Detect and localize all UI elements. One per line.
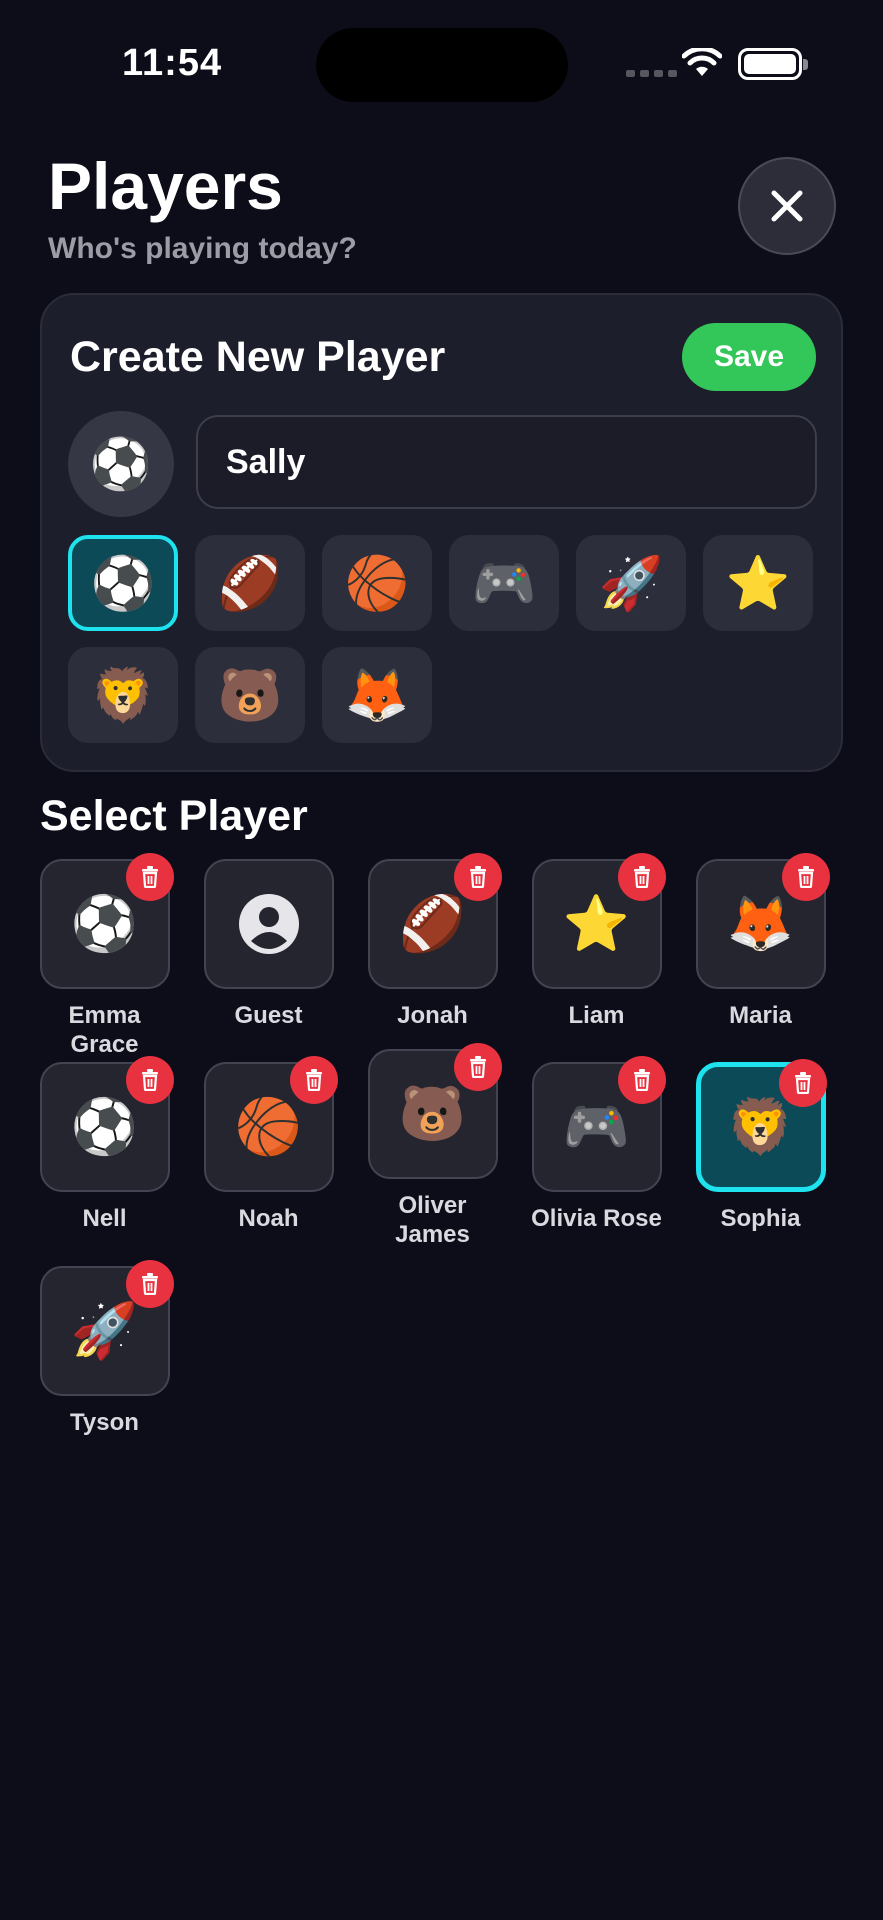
player-name-input[interactable] [196, 415, 817, 509]
emoji-option[interactable]: 🏀 [322, 535, 432, 631]
player-tile[interactable]: ⭐ Liam [524, 853, 669, 1030]
emoji-option[interactable]: ⚽ [68, 535, 178, 631]
trash-icon [797, 866, 814, 888]
trash-icon [794, 1072, 811, 1094]
player-name: Oliver James [395, 1192, 470, 1248]
status-time: 11:54 [122, 42, 223, 84]
trash-icon [141, 1273, 158, 1295]
emoji-option[interactable]: ⭐ [703, 535, 813, 631]
trash-icon [141, 866, 158, 888]
player-tile[interactable]: 🎮 Olivia Rose [524, 1056, 669, 1233]
player-name: Emma Grace [68, 1002, 141, 1058]
emoji-option[interactable]: 🦊 [322, 647, 432, 743]
player-name: Sophia [720, 1205, 801, 1232]
new-player-avatar-preview: ⚽ [68, 411, 174, 517]
save-button[interactable]: Save [682, 323, 816, 391]
player-tile[interactable]: 🚀 Tyson [32, 1260, 177, 1437]
player-avatar[interactable]: ⚽ [39, 1056, 174, 1192]
delete-player-button[interactable] [453, 853, 502, 901]
player-name: Olivia Rose [531, 1205, 662, 1232]
trash-icon [469, 1056, 486, 1078]
player-avatar[interactable]: 🏀 [203, 1056, 338, 1192]
close-icon [771, 190, 803, 222]
trash-icon [633, 866, 650, 888]
player-name: Jonah [397, 1002, 468, 1029]
status-bar: 11:54 [0, 0, 883, 110]
player-name: Guest [234, 1002, 303, 1029]
trash-icon [305, 1069, 322, 1091]
player-name: Nell [82, 1205, 127, 1232]
emoji-option[interactable]: 🏈 [195, 535, 305, 631]
delete-player-button[interactable] [617, 1056, 666, 1104]
player-name: Liam [568, 1002, 625, 1029]
create-player-title: Create New Player [70, 333, 446, 381]
delete-player-button[interactable] [125, 1260, 174, 1308]
battery-icon [738, 48, 808, 80]
page-subtitle: Who's playing today? [48, 232, 357, 265]
dynamic-island [316, 28, 568, 102]
player-tile[interactable]: ⚽ Emma Grace [32, 853, 177, 1059]
player-avatar[interactable]: 🐻 [367, 1043, 502, 1179]
delete-player-button[interactable] [289, 1056, 338, 1104]
delete-player-button[interactable] [778, 1059, 827, 1107]
delete-player-button[interactable] [781, 853, 830, 901]
player-avatar[interactable]: ⚽ [39, 853, 174, 989]
player-name: Maria [729, 1002, 792, 1029]
player-avatar[interactable]: 🦊 [695, 853, 830, 989]
delete-player-button[interactable] [125, 853, 174, 901]
player-avatar[interactable]: 🚀 [39, 1260, 174, 1396]
cellular-signal-icon [626, 70, 677, 77]
delete-player-button[interactable] [125, 1056, 174, 1104]
trash-icon [141, 1069, 158, 1091]
player-tile[interactable]: Guest [196, 859, 341, 1030]
player-tile[interactable]: 🦁 Sophia [688, 1059, 833, 1233]
wifi-icon [682, 48, 722, 76]
player-tile[interactable]: 🐻 Oliver James [360, 1043, 505, 1249]
player-avatar[interactable]: 🎮 [531, 1056, 666, 1192]
emoji-picker: ⚽ 🏈 🏀 🎮 🚀 ⭐ 🦁 🐻 🦊 [68, 535, 820, 743]
page-title: Players [48, 149, 283, 223]
emoji-option[interactable]: 🐻 [195, 647, 305, 743]
player-tile[interactable]: 🏈 Jonah [360, 853, 505, 1030]
delete-player-button[interactable] [453, 1043, 502, 1091]
select-player-title: Select Player [40, 792, 308, 840]
trash-icon [469, 866, 486, 888]
player-tile[interactable]: ⚽ Nell [32, 1056, 177, 1233]
close-button[interactable] [738, 157, 836, 255]
player-name: Noah [238, 1205, 299, 1232]
emoji-option[interactable]: 🎮 [449, 535, 559, 631]
person-icon [238, 894, 299, 954]
player-avatar[interactable]: ⭐ [531, 853, 666, 989]
player-avatar[interactable]: 🏈 [367, 853, 502, 989]
emoji-option[interactable]: 🦁 [68, 647, 178, 743]
trash-icon [633, 1069, 650, 1091]
player-tile[interactable]: 🏀 Noah [196, 1056, 341, 1233]
player-avatar[interactable] [203, 859, 334, 989]
emoji-option[interactable]: 🚀 [576, 535, 686, 631]
player-avatar[interactable]: 🦁 [695, 1059, 827, 1192]
create-player-card: Create New Player Save ⚽ ⚽🏈🏀🎮🚀⭐ 🦁🐻🦊 [40, 293, 843, 772]
player-name: Tyson [70, 1409, 139, 1436]
delete-player-button[interactable] [617, 853, 666, 901]
player-tile[interactable]: 🦊 Maria [688, 853, 833, 1030]
